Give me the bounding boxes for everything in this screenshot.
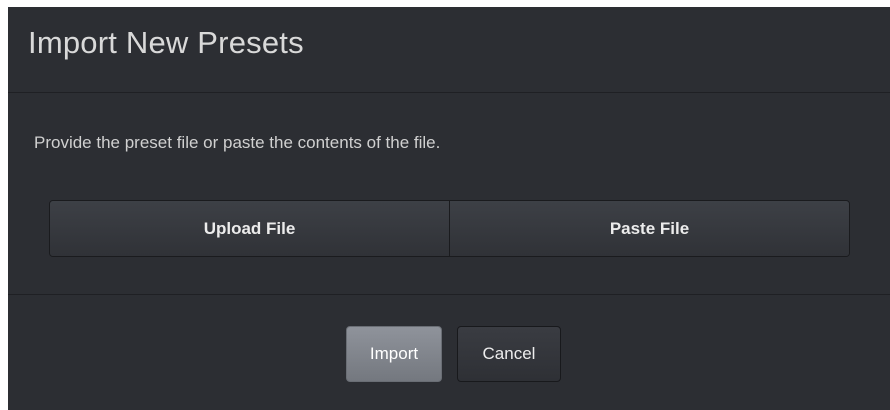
dialog-header: Import New Presets: [8, 7, 890, 93]
dialog-body: Provide the preset file or paste the con…: [8, 93, 890, 295]
source-option-group: Upload File Paste File: [49, 200, 850, 257]
dialog-description: Provide the preset file or paste the con…: [34, 133, 441, 152]
paste-file-button[interactable]: Paste File: [449, 201, 849, 256]
dialog-title: Import New Presets: [28, 25, 304, 60]
dialog-footer: Import Cancel: [8, 295, 890, 409]
upload-file-button[interactable]: Upload File: [50, 201, 449, 256]
cancel-button[interactable]: Cancel: [457, 326, 561, 382]
import-presets-dialog: Import New Presets Provide the preset fi…: [8, 7, 890, 410]
import-button[interactable]: Import: [346, 326, 442, 382]
